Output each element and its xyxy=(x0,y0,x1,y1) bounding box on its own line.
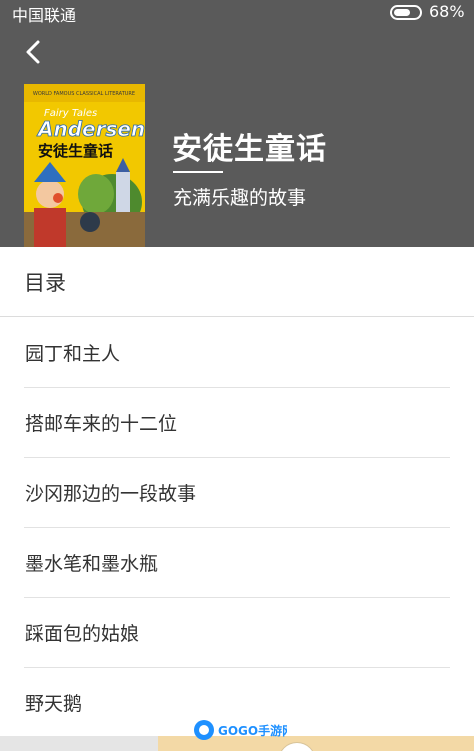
toc-header: 目录 xyxy=(0,247,474,317)
chapter-item[interactable]: 搭邮车来的十二位 xyxy=(24,388,450,458)
battery-percent: 68% xyxy=(429,2,465,21)
cover-illustration: WORLD FAMOUS CLASSICAL LITERATURE Fairy … xyxy=(24,84,145,247)
cover-title-en-line2: Andersen xyxy=(36,117,145,141)
book-header: 中国联通 68% WORLD FAMOUS CLASSICAL LITERATU… xyxy=(0,0,474,247)
chapter-item[interactable]: 踩面包的姑娘 xyxy=(24,598,450,668)
battery-icon xyxy=(390,5,422,20)
chapter-item[interactable]: 园丁和主人 xyxy=(24,318,450,388)
cover-series-text: WORLD FAMOUS CLASSICAL LITERATURE xyxy=(33,91,135,97)
book-cover: WORLD FAMOUS CLASSICAL LITERATURE Fairy … xyxy=(24,84,145,247)
chapter-title: 沙冈那边的一段故事 xyxy=(25,483,197,505)
back-button[interactable] xyxy=(18,36,50,68)
status-bar: 中国联通 68% xyxy=(0,0,474,25)
chapter-title: 墨水笔和墨水瓶 xyxy=(25,553,159,575)
chapter-title: 踩面包的姑娘 xyxy=(25,623,140,645)
chapter-title: 野天鹅 xyxy=(25,693,83,715)
watermark-text: GOGO手游网 xyxy=(218,723,287,738)
title-divider xyxy=(173,171,223,173)
chapter-item[interactable]: 沙冈那边的一段故事 xyxy=(24,458,450,528)
chevron-left-icon xyxy=(26,40,40,64)
chapter-title: 搭邮车来的十二位 xyxy=(25,413,178,435)
book-title: 安徒生童话 xyxy=(172,132,327,167)
toc-heading: 目录 xyxy=(24,271,66,295)
bottom-bar-left xyxy=(0,736,158,751)
book-subtitle: 充满乐趣的故事 xyxy=(173,187,307,209)
chapter-title: 园丁和主人 xyxy=(25,343,121,365)
cover-title-cn: 安徒生童话 xyxy=(38,142,113,160)
watermark-logo: GOGO手游网 xyxy=(194,720,287,740)
carrier-name: 中国联通 xyxy=(12,6,77,25)
battery-fill xyxy=(394,9,410,16)
chapter-item[interactable]: 墨水笔和墨水瓶 xyxy=(24,528,450,598)
chapter-list: 园丁和主人搭邮车来的十二位 沙冈那边的一段故事 墨水笔和墨水瓶 踩面包的姑娘 野天鹅 xyxy=(0,318,474,738)
